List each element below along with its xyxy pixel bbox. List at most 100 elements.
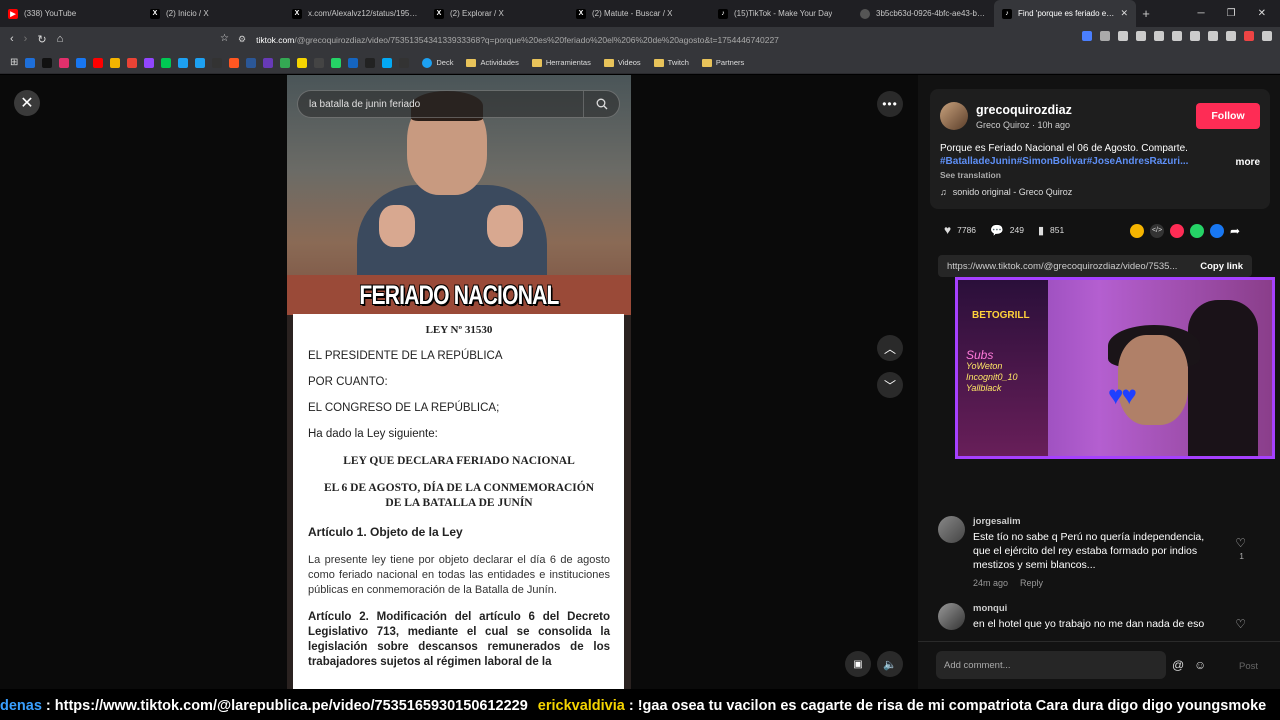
bookmark-folder-actividades[interactable]: Actividades [466, 58, 519, 67]
bookmark-favicon[interactable] [161, 57, 172, 68]
avatar[interactable] [938, 603, 965, 630]
bookmark-favicon[interactable] [229, 57, 240, 68]
url-input[interactable]: ⚙ tiktok.com/@grecoquirozdiaz/video/7535… [238, 30, 958, 49]
reply-link[interactable]: Reply [1020, 578, 1043, 588]
tab-tiktok-find[interactable]: ♪ Find 'porque es feriado el... ✕ [994, 0, 1136, 27]
bookmark-favicon[interactable] [110, 57, 121, 68]
bookmark-favicon[interactable] [246, 57, 257, 68]
tab-x-inicio[interactable]: X (2) Inicio / X [142, 0, 284, 27]
apps-grid-icon[interactable]: ⊞ [10, 57, 18, 68]
bookmark-favicon[interactable] [331, 57, 342, 68]
bookmark-deck[interactable]: Deck [422, 57, 453, 68]
extension-icon[interactable] [1082, 31, 1092, 41]
bookmark-favicon[interactable] [195, 57, 206, 68]
forward-icon[interactable]: › [24, 33, 28, 46]
maximize-icon[interactable]: ❐ [1227, 8, 1236, 19]
bookmark-star-icon[interactable]: ☆ [220, 33, 229, 44]
shield-icon[interactable] [1226, 31, 1236, 41]
comment-like-button[interactable]: ♡ [1235, 536, 1246, 550]
bookmark-favicon[interactable] [212, 57, 223, 68]
like-button[interactable]: ♥ 7786 [944, 223, 976, 237]
avatar[interactable] [938, 516, 965, 543]
bookmark-folder-partners[interactable]: Partners [701, 58, 744, 67]
tab-x-status[interactable]: Xx.com/Alexalvz12/status/1952... [284, 0, 426, 27]
mini-player-button[interactable]: ▣ [845, 651, 871, 677]
bookmark-favicon[interactable] [59, 57, 70, 68]
extension-icon[interactable] [1100, 31, 1110, 41]
share-arrow-icon[interactable]: ➦ [1230, 224, 1240, 238]
search-icon[interactable] [583, 91, 619, 117]
menu-icon[interactable] [1262, 31, 1272, 41]
sound-link[interactable]: ♫ sonido original - Greco Quiroz [940, 187, 1072, 197]
more-link[interactable]: more [1236, 157, 1260, 168]
video-player[interactable]: FERIADO NACIONAL la batalla de junin fer… [287, 75, 631, 689]
music-icon[interactable] [1154, 31, 1164, 41]
extension-icon[interactable] [1190, 31, 1200, 41]
bookmark-favicon[interactable] [76, 57, 87, 68]
doc-line: POR CUANTO: [308, 376, 388, 388]
tab-x-matute[interactable]: X (2) Matute - Buscar / X [568, 0, 710, 27]
site-info-icon[interactable]: ⚙ [238, 34, 246, 45]
video-search-input[interactable]: la batalla de junin feriado [297, 90, 620, 118]
reload-icon[interactable]: ↻ [37, 33, 46, 46]
tab-youtube[interactable]: ▶ (338) YouTube [0, 0, 142, 27]
save-button[interactable]: ▮ 851 [1038, 224, 1064, 237]
close-video-button[interactable]: ✕ [14, 90, 40, 116]
bookmark-favicon[interactable] [365, 57, 376, 68]
comment-like-button[interactable]: ♡ [1235, 617, 1246, 631]
add-comment-input[interactable]: Add comment... @ ☺ [936, 651, 1206, 679]
puzzle-icon[interactable] [1118, 31, 1128, 41]
post-comment-button[interactable]: Post [1239, 661, 1258, 672]
comment-button[interactable]: 💬 249 [990, 224, 1024, 237]
bookmark-favicon[interactable] [382, 57, 393, 68]
tab-x-explorar[interactable]: X (2) Explorar / X [426, 0, 568, 27]
bookmark-favicon[interactable] [348, 57, 359, 68]
sidebar-icon[interactable] [1172, 31, 1182, 41]
bookmark-folder-videos[interactable]: Videos [603, 58, 641, 67]
next-video-button[interactable]: ﹀ [877, 372, 903, 398]
bookmark-favicon[interactable] [314, 57, 325, 68]
send-icon[interactable] [1170, 224, 1184, 238]
bookmark-folder-twitch[interactable]: Twitch [653, 58, 689, 67]
tab-bar: ▶ (338) YouTube X (2) Inicio / X Xx.com/Al… [0, 0, 1280, 27]
bookmark-favicon[interactable] [93, 57, 104, 68]
minimize-icon[interactable]: ─ [1198, 8, 1205, 19]
facebook-icon[interactable] [1210, 224, 1224, 238]
author-username[interactable]: grecoquirozdiaz [976, 103, 1072, 117]
tab-uuid[interactable]: 3b5cb63d-0926-4bfc-ae43-b6... [852, 0, 994, 27]
post-hashtags[interactable]: #BatalladeJunin#SimonBolivar#JoseAndresR… [940, 156, 1202, 167]
extension-icon[interactable] [1244, 31, 1254, 41]
avatar[interactable] [940, 102, 968, 130]
new-tab-button[interactable]: + [1136, 6, 1156, 21]
bookmark-favicon[interactable] [144, 57, 155, 68]
home-icon[interactable]: ⌂ [57, 33, 64, 46]
extension-icon[interactable] [1136, 31, 1146, 41]
embed-icon[interactable]: </> [1150, 224, 1164, 238]
copy-link-button[interactable]: Copy link [1200, 261, 1252, 272]
emoji-icon[interactable]: ☺ [1194, 658, 1206, 672]
see-translation-link[interactable]: See translation [940, 170, 1001, 180]
close-tab-icon[interactable]: ✕ [1120, 8, 1128, 19]
bookmark-favicon[interactable] [25, 57, 36, 68]
whatsapp-icon[interactable] [1190, 224, 1204, 238]
bookmark-favicon[interactable] [178, 57, 189, 68]
back-icon[interactable]: ‹ [10, 33, 14, 46]
mute-button[interactable]: 🔈 [877, 651, 903, 677]
more-options-button[interactable]: ••• [877, 91, 903, 117]
follow-button[interactable]: Follow [1196, 103, 1260, 129]
coin-icon[interactable] [1130, 224, 1144, 238]
bookmark-favicon[interactable] [399, 57, 410, 68]
bookmark-favicon[interactable] [297, 57, 308, 68]
mention-icon[interactable]: @ [1172, 658, 1184, 672]
bookmark-favicon[interactable] [42, 57, 53, 68]
tab-tiktok-home[interactable]: ♪ (15)TikTok - Make Your Day [710, 0, 852, 27]
comment-username[interactable]: jorgesalim [973, 516, 1021, 527]
comment-username[interactable]: monqui [973, 603, 1007, 614]
bookmark-favicon[interactable] [280, 57, 291, 68]
previous-video-button[interactable]: ︿ [877, 335, 903, 361]
bookmark-favicon[interactable] [127, 57, 138, 68]
bookmark-favicon[interactable] [263, 57, 274, 68]
bookmark-folder-herramientas[interactable]: Herramientas [531, 58, 591, 67]
extension-icon[interactable] [1208, 31, 1218, 41]
close-window-icon[interactable]: ✕ [1258, 8, 1266, 19]
